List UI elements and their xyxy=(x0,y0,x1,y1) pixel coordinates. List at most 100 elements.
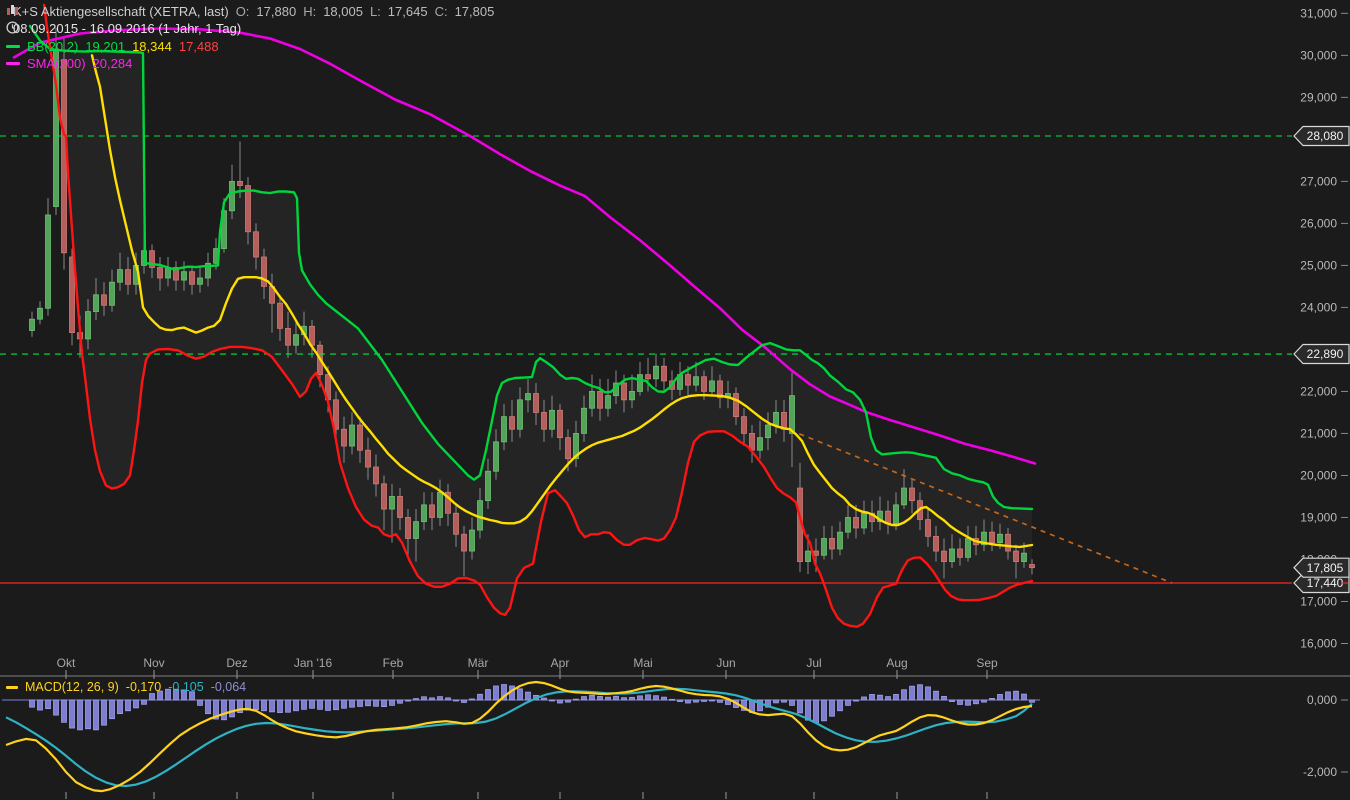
macd-histogram-bar xyxy=(1005,691,1011,701)
candle-up xyxy=(773,412,779,426)
candle-up xyxy=(757,437,763,451)
macd-signal-value: -0,105 xyxy=(168,680,204,694)
month-label: Jun xyxy=(716,656,735,670)
bb-middle-value: 18,344 xyxy=(132,39,172,54)
macd-histogram-bar xyxy=(941,696,947,701)
open-label: O: xyxy=(235,4,250,19)
candle-down xyxy=(357,424,363,451)
macd-histogram-bar xyxy=(221,699,227,721)
candle-down xyxy=(1005,533,1011,552)
candle-up xyxy=(997,533,1003,544)
macd-histogram-bar xyxy=(789,699,795,706)
bb-label: BB(20,2) xyxy=(27,39,79,54)
macd-histogram-bar xyxy=(565,699,571,703)
macd-histogram-bar xyxy=(365,699,371,707)
price-tick-label: 22,000 xyxy=(1300,384,1337,398)
candle-down xyxy=(365,449,371,468)
candle-down xyxy=(61,59,67,254)
candle-up xyxy=(85,311,91,340)
macd-histogram-bar xyxy=(645,694,651,701)
candle-up xyxy=(789,395,795,434)
candle-down xyxy=(101,294,107,306)
macd-histogram-bar xyxy=(125,699,131,712)
macd-histogram-bar xyxy=(37,699,43,711)
price-badge-label: 28,080 xyxy=(1307,129,1344,143)
candle-down xyxy=(453,512,459,535)
sma-indicator-legend[interactable]: SMA(200) 20,284 xyxy=(6,56,132,71)
low-value: 17,645 xyxy=(387,4,428,19)
macd-histogram-bar xyxy=(437,696,443,701)
macd-histogram-bar xyxy=(309,699,315,709)
macd-histogram-bar xyxy=(493,685,499,701)
candle-down xyxy=(565,437,571,460)
candle-up xyxy=(605,395,611,409)
candle-up xyxy=(765,424,771,439)
bb-indicator-legend[interactable]: BB(20,2) 19,201 18,344 17,488 xyxy=(6,39,219,54)
candle-up xyxy=(197,277,203,285)
price-tick-label: 21,000 xyxy=(1300,426,1337,440)
macd-histogram-bar xyxy=(61,699,67,723)
close-value: 17,805 xyxy=(454,4,495,19)
candle-up xyxy=(965,538,971,558)
macd-histogram-bar xyxy=(45,699,51,709)
macd-histogram-bar xyxy=(661,696,667,701)
candle-down xyxy=(645,374,651,380)
candle-down xyxy=(397,496,403,518)
macd-histogram-bar xyxy=(101,699,107,726)
candle-down xyxy=(941,550,947,562)
macd-histogram-bar xyxy=(557,699,563,704)
macd-hist-value: -0,064 xyxy=(210,680,247,694)
price-tick-label: 20,000 xyxy=(1300,468,1337,482)
macd-histogram-bar xyxy=(397,699,403,704)
bb-upper-value: 19,201 xyxy=(85,39,126,54)
candle-up xyxy=(1021,552,1027,562)
macd-histogram-bar xyxy=(909,685,915,701)
candle-down xyxy=(557,409,563,439)
bb-legend-swatch xyxy=(6,45,20,48)
candle-down xyxy=(829,538,835,550)
open-value: 17,880 xyxy=(256,4,297,19)
candle-down xyxy=(277,302,283,329)
macd-histogram-bar xyxy=(837,699,843,712)
candle-down xyxy=(741,416,747,434)
macd-histogram-bar xyxy=(597,696,603,701)
candle-up xyxy=(493,441,499,472)
candle-down xyxy=(597,391,603,409)
candle-down xyxy=(189,271,195,285)
macd-histogram-bar xyxy=(93,699,99,731)
macd-histogram-bar xyxy=(549,699,555,702)
macd-indicator-legend[interactable]: MACD(12, 26, 9) -0,170 -0,105 -0,064 xyxy=(6,680,246,694)
month-label: Nov xyxy=(143,656,164,670)
macd-histogram-bar xyxy=(77,699,83,731)
candle-up xyxy=(469,529,475,552)
macd-histogram-bar xyxy=(517,688,523,701)
candle-down xyxy=(429,504,435,518)
macd-histogram-bar xyxy=(893,694,899,701)
macd-value: -0,170 xyxy=(125,680,162,694)
candle-up xyxy=(949,548,955,562)
candle-down xyxy=(1029,564,1035,569)
candle-down xyxy=(853,517,859,529)
candle-up xyxy=(389,496,395,510)
candle-down xyxy=(813,550,819,556)
candle-up xyxy=(525,393,531,401)
macd-histogram-bar xyxy=(1029,699,1035,703)
sma-legend-swatch xyxy=(6,62,20,65)
macd-histogram-bar xyxy=(629,696,635,701)
candle-up xyxy=(501,416,507,443)
macd-histogram-bar xyxy=(813,699,819,724)
candle-up xyxy=(549,409,555,430)
candle-up xyxy=(437,491,443,518)
candle-up xyxy=(229,180,235,212)
macd-histogram-bar xyxy=(429,697,435,701)
candle-down xyxy=(253,231,259,258)
candle-up xyxy=(693,376,699,386)
macd-histogram-bar xyxy=(981,699,987,703)
macd-histogram-bar xyxy=(461,699,467,703)
candle-up xyxy=(821,538,827,556)
candle-up xyxy=(845,517,851,533)
macd-panel: 0,000 -2,000 xyxy=(2,680,1348,793)
price-tick-label: 24,000 xyxy=(1300,300,1337,314)
month-label: Mär xyxy=(468,656,489,670)
high-value: 18,005 xyxy=(323,4,363,19)
